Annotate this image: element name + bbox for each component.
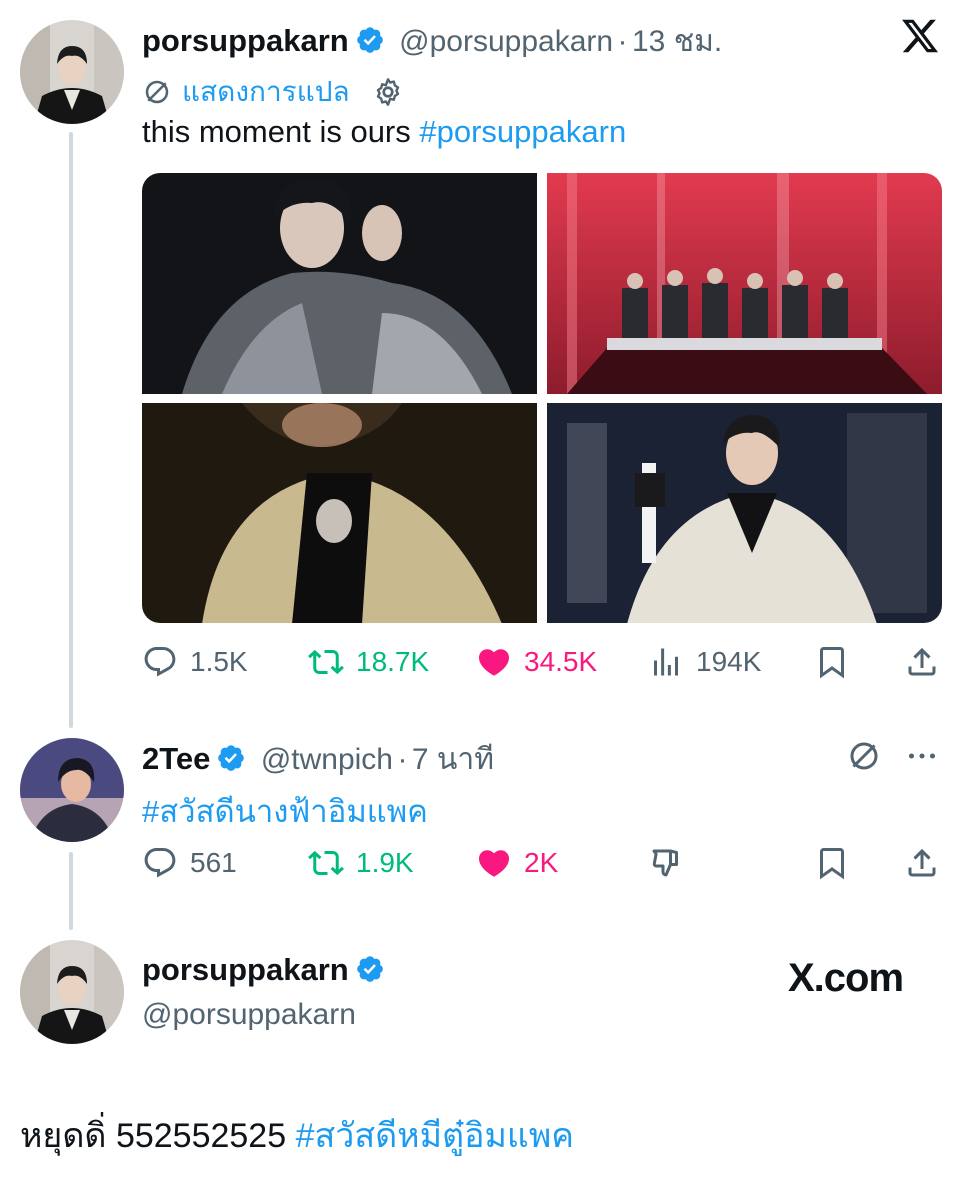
verified-badge-icon (218, 745, 245, 771)
timestamp[interactable]: 13 ชม. (632, 25, 722, 58)
heart-icon (478, 850, 510, 877)
tweet-text-plain: this moment is ours (142, 114, 420, 149)
x-logo-icon (900, 16, 940, 56)
share-icon[interactable] (904, 644, 940, 680)
like-button[interactable]: 2K (476, 845, 558, 881)
more-icon[interactable] (904, 738, 940, 774)
reply-button[interactable]: 561 (142, 845, 237, 881)
bookmark-icon[interactable] (814, 845, 850, 881)
retweet-count: 1.9K (356, 847, 414, 878)
translate-link[interactable]: แสดงการแปล (142, 70, 404, 114)
separator: · (397, 743, 408, 776)
avatar[interactable] (20, 940, 124, 1044)
avatar[interactable] (20, 20, 124, 124)
reply-count: 1.5K (190, 646, 248, 677)
share-icon[interactable] (904, 845, 940, 881)
tweet-text-plain: หยุดดิ่ 552552525 (20, 1117, 296, 1155)
heart-icon (478, 649, 510, 676)
like-count: 2K (524, 847, 559, 878)
site-label: X.com (788, 956, 904, 1001)
display-name[interactable]: porsuppakarn (142, 952, 349, 987)
retweet-count: 18.7K (356, 646, 430, 677)
site-name: X.com (788, 956, 904, 1000)
display-name[interactable]: porsuppakarn (142, 23, 349, 58)
handle[interactable]: @twnpich (261, 743, 393, 776)
tweet-text: #สวัสดีนางฟ้าอิมแพค (142, 786, 428, 836)
photo-2[interactable] (547, 173, 942, 394)
tweet-header: porsuppakarn @porsuppakarn · 13 ชม. (142, 18, 722, 65)
translate-globe-icon (145, 80, 169, 104)
like-button[interactable]: 34.5K (476, 644, 597, 680)
thread-connector (69, 132, 73, 728)
views-icon (654, 648, 678, 676)
tweet-text: หยุดดิ่ 552552525 #สวัสดีหมีตู๋อิมแพค (20, 1108, 574, 1162)
dislike-icon[interactable] (648, 845, 684, 881)
tweet-text: this moment is ours #porsuppakarn (142, 114, 626, 150)
translate-globe-icon[interactable] (846, 738, 882, 774)
hashtag-link[interactable]: #สวัสดีนางฟ้าอิมแพค (142, 794, 428, 829)
retweet-button[interactable]: 1.9K (308, 845, 414, 881)
handle[interactable]: @porsuppakarn (142, 998, 356, 1032)
photo-1[interactable] (142, 173, 537, 394)
photo-3[interactable] (142, 403, 537, 623)
gear-icon[interactable] (372, 76, 404, 108)
thread-connector (69, 852, 73, 930)
retweet-icon (308, 649, 344, 675)
tweet-header: porsuppakarn (142, 952, 385, 988)
display-name[interactable]: 2Tee (142, 741, 210, 776)
views-count: 194K (696, 646, 762, 677)
media-grid (142, 173, 942, 623)
bookmark-icon[interactable] (814, 644, 850, 680)
verified-badge-icon (356, 956, 383, 982)
translate-label[interactable]: แสดงการแปล (182, 70, 350, 114)
like-count: 34.5K (524, 646, 598, 677)
hashtag-link[interactable]: #สวัสดีหมีตู๋อิมแพค (296, 1117, 574, 1155)
separator: · (617, 25, 628, 58)
hashtag-link[interactable]: #porsuppakarn (419, 114, 626, 149)
retweet-button[interactable]: 18.7K (308, 644, 429, 680)
tweet-header: 2Tee @twnpich · 7 นาที (142, 736, 494, 783)
photo-4[interactable] (547, 403, 942, 623)
handle[interactable]: @porsuppakarn (399, 25, 613, 58)
reply-icon (144, 647, 176, 677)
views-button[interactable]: 194K (648, 644, 761, 680)
reply-count: 561 (190, 847, 237, 878)
reply-icon (144, 848, 176, 878)
verified-badge-icon (356, 27, 383, 53)
timestamp[interactable]: 7 นาที (412, 743, 494, 776)
reply-button[interactable]: 1.5K (142, 644, 248, 680)
retweet-icon (308, 850, 344, 876)
avatar[interactable] (20, 738, 124, 842)
